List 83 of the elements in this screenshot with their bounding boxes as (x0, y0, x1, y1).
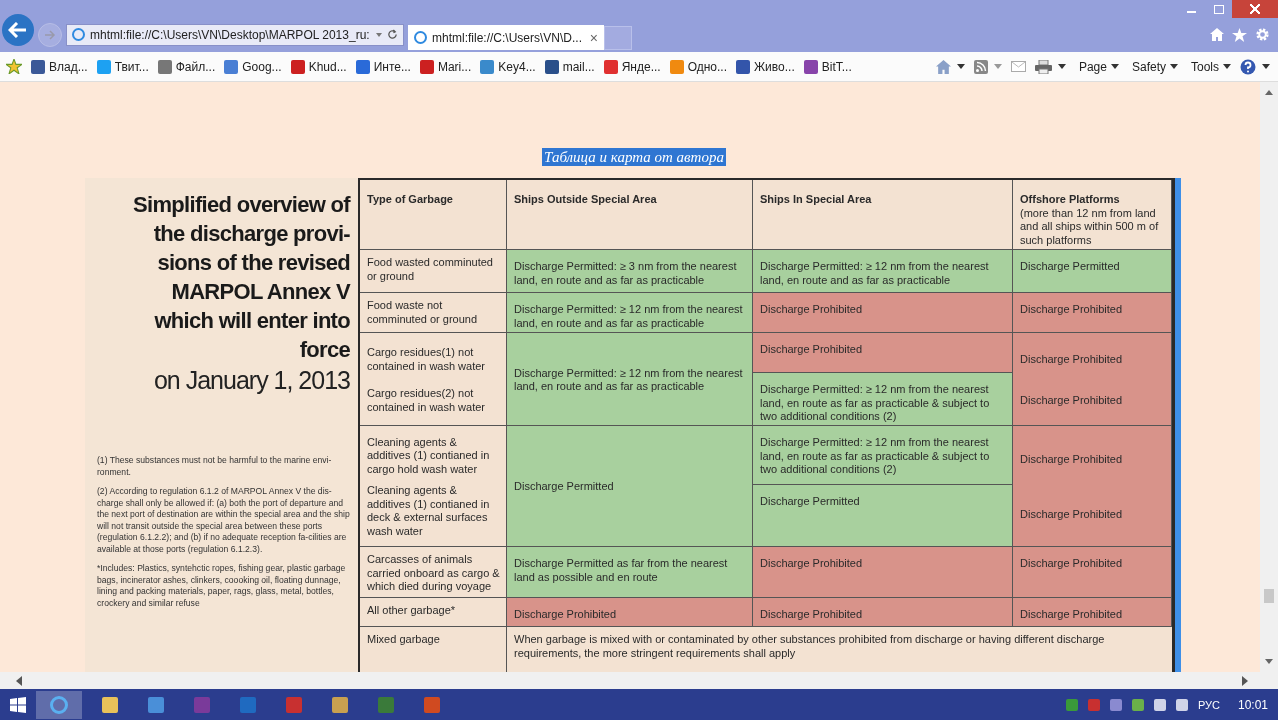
table-cell: Discharge Permitted as far from the nearest land as possible and en route (507, 547, 753, 598)
document-title: Simplified overview of the discharge provi- sions of the revised MARPOL Annex V which will enter into force (132, 191, 350, 364)
table-cell: Ships Outside Special Area (507, 180, 753, 250)
favorite-link[interactable]: Влад... (31, 59, 88, 74)
favorite-link[interactable]: Инте... (355, 59, 411, 74)
favorite-link[interactable]: BitT... (803, 59, 852, 74)
favorite-link[interactable]: Key4... (480, 59, 536, 74)
table-cell: Carcasses of animals carried onboard as cargo & which died during voyage (360, 547, 507, 598)
table-cell: Discharge Prohibited (1013, 547, 1172, 598)
table-cell: Cargo residues(1) not contained in wash water Cargo residues(2) not contained in wash water (360, 333, 507, 426)
table-cell: Discharge Prohibited (1013, 293, 1172, 333)
table-cell: Discharge Prohibited (507, 598, 753, 627)
table-cell: Discharge Prohibited (1013, 598, 1172, 627)
tray-icon[interactable] (1131, 698, 1144, 711)
page-icon (72, 28, 85, 41)
tray-icon[interactable] (1109, 698, 1122, 711)
command-menu[interactable]: Page (1078, 59, 1119, 74)
scroll-thumb[interactable] (1264, 589, 1274, 603)
back-arrow-icon (8, 21, 28, 38)
favorite-link[interactable]: Khud... (290, 59, 347, 74)
favorite-link[interactable]: Живо... (736, 59, 795, 74)
mail-icon[interactable] (1010, 61, 1026, 72)
table-cell: Discharge Permitted: ≥ 12 nm from the nearest land, en route and as far as practicable (507, 293, 753, 333)
favorite-link[interactable]: Янде... (603, 59, 661, 74)
table-cell: Offshore Platforms (more than 12 nm from land and all ships within 500 m of such platforms (1013, 180, 1172, 250)
address-field[interactable]: mhtml:file://C:\Users\VN\Desktop\MARPOL 2013_ru: (66, 23, 404, 46)
table-cell: Type of Garbage (360, 180, 507, 250)
page-icon (414, 31, 427, 44)
table-cell: Discharge Permitted (1013, 250, 1172, 293)
home-menu-button[interactable] (935, 59, 965, 74)
table-cell: Discharge Permitted (753, 485, 1013, 547)
browser-tab[interactable]: mhtml:file://C:\Users\VN\D... × (408, 25, 604, 50)
clock-text[interactable]: 10:01 (1237, 697, 1268, 712)
command-menu[interactable]: Tools (1191, 59, 1231, 74)
start-icon[interactable] (10, 696, 26, 713)
table-cell: Food wasted comminuted or ground (360, 250, 507, 293)
table-cell: Discharge Permitted: ≥ 12 nm from the nearest land, en route as far as practicable & subject to two additional conditions (2) (753, 373, 1013, 426)
favorites-star-icon[interactable] (6, 59, 22, 74)
settings-icon[interactable] (1255, 27, 1270, 42)
footnote: (1) These substances must not be harmful to the marine envi-ronment. (97, 455, 333, 478)
footnote: (2) According to regulation 6.1.2 of MARPOL Annex V the dis-charge shall only be allowed if: (a) both the port of departure and the next port of destination are within the special area and the ship will not transit outside the special area between these ports (regulation 6.1.2.2); and (b) if no adequate reception fa-cilities are available at those ports (regulation 6.1.2.3). (97, 486, 350, 555)
vertical-scrollbar[interactable] (1260, 82, 1278, 672)
command-menu[interactable]: Safety (1131, 59, 1178, 74)
favorite-link[interactable]: Файл... (157, 59, 216, 74)
back-button[interactable] (2, 13, 34, 46)
star-icon[interactable] (1232, 27, 1247, 42)
table-cell: Food waste not comminuted or ground (360, 293, 507, 333)
table-cell: All other garbage* (360, 598, 507, 627)
feed-menu-button[interactable] (973, 59, 1002, 74)
help-menu-button[interactable] (1240, 58, 1270, 75)
favorite-link[interactable]: Goog... (224, 59, 282, 74)
refresh-icon[interactable] (387, 29, 398, 40)
table-cell: Discharge Prohibited (753, 293, 1013, 333)
favorite-link[interactable]: Mari... (419, 59, 472, 74)
close-button[interactable] (1232, 0, 1278, 18)
home-icon[interactable] (1210, 28, 1224, 41)
table-cell: Discharge Prohibited (753, 598, 1013, 627)
horizontal-scrollbar[interactable] (0, 672, 1278, 689)
table-cell: Discharge Permitted: ≥ 12 nm from the nearest land, en route and as far as practicable (753, 250, 1013, 293)
table-cell: Discharge Permitted: ≥ 3 nm from the nearest land, en route and as far as practicable (507, 250, 753, 293)
footnote: *Includes: Plastics, syntehctic ropes, fishing gear, plastic garbage bags, incinerator ashes, clinkers, coooking oil, floating dunnage, lining and packing materials, paper, rags, glass, metal, bottles, crockery and similar refuse (97, 563, 347, 609)
language-indicator[interactable]: РУС (1197, 698, 1220, 711)
forward-arrow-icon (44, 29, 56, 40)
tray-icon[interactable] (1175, 698, 1188, 711)
favorite-link[interactable]: mail... (544, 59, 595, 74)
table-cell: Discharge Prohibited Discharge Prohibited (1013, 333, 1172, 426)
table-cell: Discharge Permitted: ≥ 12 nm from the nearest land, en route as far as practicable & subject to two additional conditions (2) (753, 426, 1013, 485)
favorite-link[interactable]: Одно... (669, 59, 728, 74)
table-cell: Discharge Permitted (507, 426, 753, 547)
caption-text: Таблица и карта от автора (542, 148, 726, 166)
favorite-link[interactable]: Твит... (96, 59, 149, 74)
tray-icon[interactable] (1065, 698, 1078, 711)
tray-icon[interactable] (1153, 698, 1166, 711)
table-cell: Discharge Prohibited (753, 333, 1013, 373)
browser-taskbar-button[interactable] (36, 690, 82, 719)
table-cell: Discharge Prohibited (753, 547, 1013, 598)
table-cell: Discharge Permitted: ≥ 12 nm from the nearest land, en route and as far as practicable (507, 333, 753, 426)
table-cell: Ships In Special Area (753, 180, 1013, 250)
table-cell: Cleaning agents & additives (1) contianed in cargo hold wash water Cleaning agents & additives (1) contianed in deck & external surfaces wash water (360, 426, 507, 547)
browser-icon (50, 695, 68, 714)
document-date: on January 1, 2013 (153, 366, 350, 395)
print-menu-button[interactable] (1034, 59, 1066, 74)
table-cell: Discharge Prohibited Discharge Prohibited (1013, 426, 1172, 547)
